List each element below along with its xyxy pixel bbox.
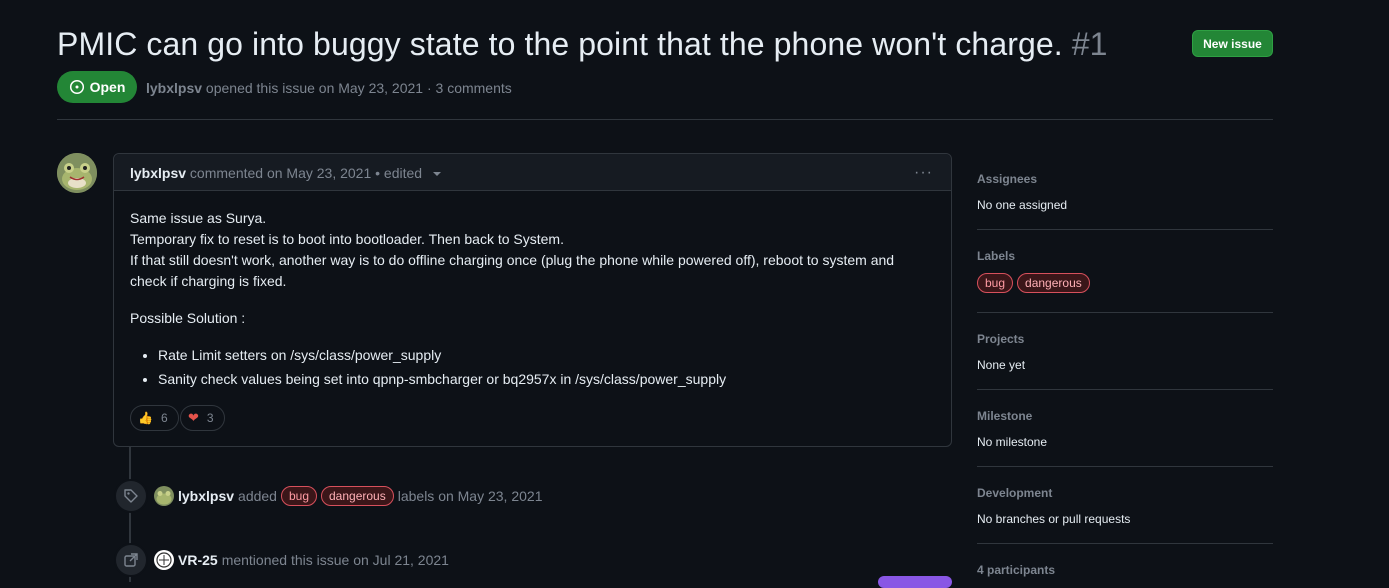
event-actor-link[interactable]: lybxlpsv [178,488,234,504]
label-event: lybxlpsv added bug dangerous labels on M… [154,486,542,506]
comment-header: lybxlpsv commented on May 23, 2021 • edi… [114,154,951,191]
event-actor-link[interactable]: VR-25 [178,552,218,568]
tag-icon [114,479,148,513]
reaction-count: 3 [206,411,214,425]
labels-heading[interactable]: Labels [977,249,1015,263]
event-suffix: labels on May 23, 2021 [397,488,543,504]
projects-value: None yet [977,358,1026,372]
cross-reference-icon [114,543,148,577]
heart-reaction[interactable]: ❤ 3 [180,405,225,431]
reaction-count: 6 [160,411,168,425]
issue-author-link[interactable]: lybxlpsv [146,80,202,96]
comment-line: Same issue as Surya. [130,210,267,226]
status-label: Open [89,79,126,95]
mention-event: VR-25 mentioned this issue on Jul 21, 20… [154,550,449,570]
label-bug[interactable]: bug [280,486,317,506]
event-action: added [238,488,277,504]
label-bug[interactable]: bug [977,273,1014,293]
solution-list: Rate Limit setters on /sys/class/power_s… [130,345,930,390]
comment-line: Possible Solution : [130,310,246,326]
issue-meta-text: opened this issue on May 23, 2021 · 3 co… [205,80,512,96]
development-heading[interactable]: Development [977,486,1052,500]
new-issue-button[interactable]: New issue [1192,30,1273,57]
projects-heading[interactable]: Projects [977,332,1024,346]
list-item: Sanity check values being set into qpnp-… [158,369,930,390]
thumbs-up-icon: 👍 [138,411,153,425]
thumbs-up-reaction[interactable]: 👍 6 [130,405,179,431]
status-badge: Open [57,71,137,103]
comment-line: If that still doesn't work, another way … [130,252,895,289]
participants-heading: 4 participants [977,563,1056,577]
milestone-heading[interactable]: Milestone [977,409,1032,423]
issue-title-text: PMIC can go into buggy state to the poin… [57,26,1063,62]
comment-box: lybxlpsv commented on May 23, 2021 • edi… [113,153,952,447]
issue-meta: lybxlpsv opened this issue on May 23, 20… [146,80,512,96]
comment-body: Same issue as Surya. Temporary fix to re… [130,208,930,393]
avatar[interactable] [154,550,174,570]
edited-dropdown-icon[interactable] [432,172,441,177]
sidebar-divider [977,466,1273,467]
avatar[interactable] [57,153,97,193]
heart-icon: ❤ [188,410,199,425]
assignees-value: No one assigned [977,198,1068,212]
comment-meta: lybxlpsv commented on May 23, 2021 • edi… [130,165,441,181]
sidebar-divider [977,543,1273,544]
sidebar-divider [977,389,1273,390]
assignees-heading[interactable]: Assignees [977,172,1037,186]
sidebar-labels: bug dangerous [977,273,1090,293]
avatar[interactable] [154,486,174,506]
event-action: mentioned this issue on Jul 21, 2021 [221,552,449,568]
sidebar-divider [977,229,1273,230]
label-dangerous[interactable]: dangerous [321,486,394,506]
comment-line: Temporary fix to reset is to boot into b… [130,231,564,247]
issue-number: #1 [1071,26,1108,62]
label-dangerous[interactable]: dangerous [1017,273,1090,293]
comment-author-link[interactable]: lybxlpsv [130,165,186,181]
sidebar-divider [977,312,1273,313]
issue-opened-icon [69,79,84,95]
linked-item-badge[interactable] [878,576,952,588]
header-divider [57,119,1273,120]
list-item: Rate Limit setters on /sys/class/power_s… [158,345,930,366]
frog-avatar-icon [57,153,97,193]
comment-meta-text: commented on May 23, 2021 • edited [189,165,423,181]
issue-title: PMIC can go into buggy state to the poin… [57,26,1108,63]
milestone-value: No milestone [977,435,1048,449]
development-value: No branches or pull requests [977,512,1131,526]
kebab-menu-icon[interactable]: ··· [914,164,933,182]
